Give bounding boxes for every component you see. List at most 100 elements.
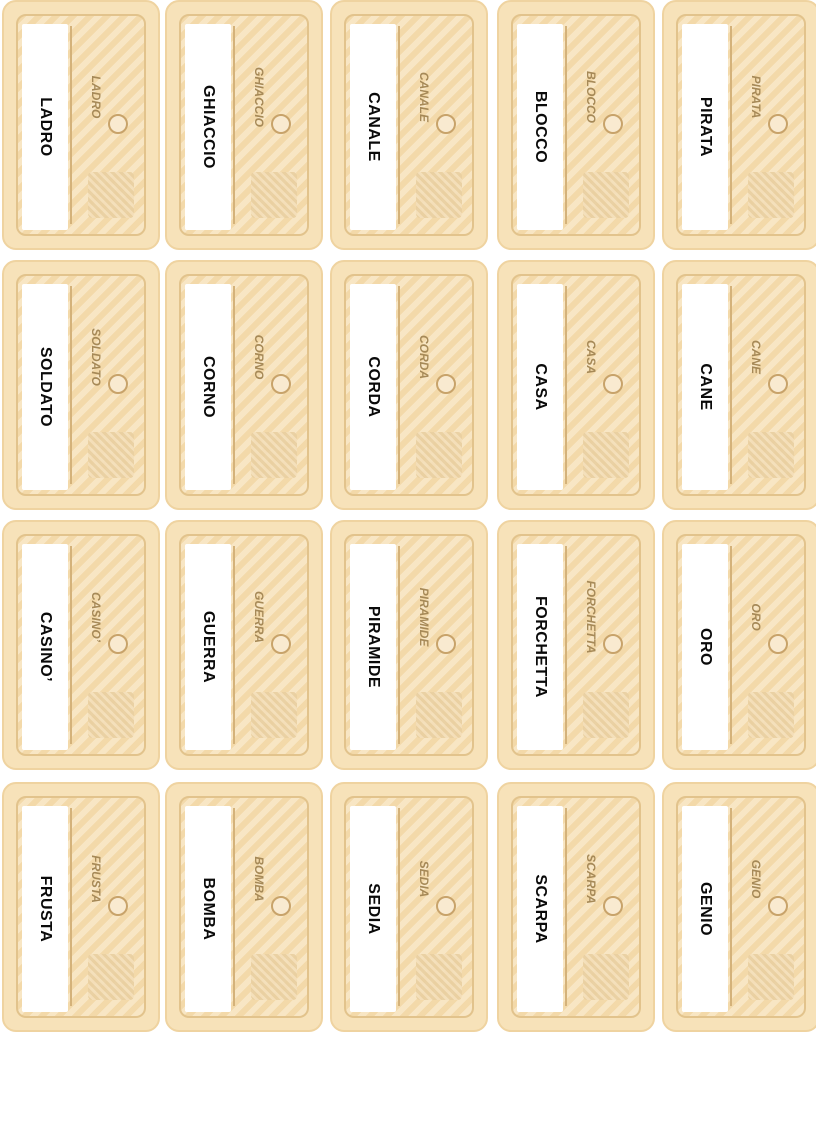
card-word: CORNO xyxy=(200,355,217,419)
word-card: LADRO LADRO xyxy=(2,0,160,250)
card-word: SEDIA xyxy=(365,883,382,935)
card-pattern-icon xyxy=(583,432,629,478)
card-word: PIRAMIDE xyxy=(365,605,382,689)
card-divider xyxy=(565,286,567,484)
card-divider xyxy=(730,286,732,484)
card-word-mirror: PIRAMIDE xyxy=(417,587,431,647)
card-pattern-icon xyxy=(88,432,134,478)
card-divider xyxy=(233,546,235,744)
card-word-mirror: CANE xyxy=(749,339,763,374)
card-divider xyxy=(233,808,235,1006)
card-word-mirror: BOMBA xyxy=(252,856,266,902)
card-word: CANE xyxy=(697,363,714,411)
card-pattern-icon xyxy=(88,172,134,218)
card-divider xyxy=(233,286,235,484)
word-card: SCARPA SCARPA xyxy=(497,782,655,1032)
card-word-mirror: SOLDATO xyxy=(89,328,103,386)
card-divider xyxy=(730,546,732,744)
card-pattern-icon xyxy=(748,692,794,738)
card-word: CASA xyxy=(532,363,549,411)
card-divider xyxy=(398,26,400,224)
card-divider xyxy=(398,546,400,744)
word-card: FORCHETTA FORCHETTA xyxy=(497,520,655,770)
word-card: BLOCCO BLOCCO xyxy=(497,0,655,250)
card-pattern-icon xyxy=(748,954,794,1000)
card-word-mirror: GHIACCIO xyxy=(252,67,266,127)
card-pattern-icon xyxy=(88,954,134,1000)
card-hole-icon xyxy=(108,634,128,654)
card-word-mirror: CANALE xyxy=(417,72,431,122)
card-divider xyxy=(398,808,400,1006)
card-word: GHIACCIO xyxy=(200,85,217,169)
card-word: SOLDATO xyxy=(37,346,54,428)
card-divider xyxy=(398,286,400,484)
card-word-mirror: LADRO xyxy=(89,75,103,119)
card-hole-icon xyxy=(108,374,128,394)
card-divider xyxy=(70,808,72,1006)
word-card: CASINO’ CASINO’ xyxy=(2,520,160,770)
card-word-mirror: BLOCCO xyxy=(584,71,598,123)
card-hole-icon xyxy=(436,634,456,654)
card-hole-icon xyxy=(271,896,291,916)
card-hole-icon xyxy=(436,114,456,134)
card-hole-icon xyxy=(271,374,291,394)
card-word: ORO xyxy=(697,628,714,666)
card-word: GENIO xyxy=(697,881,714,937)
card-hole-icon xyxy=(108,896,128,916)
card-word-mirror: CORNO xyxy=(252,334,266,380)
card-word-mirror: SCARPA xyxy=(584,854,598,904)
card-divider xyxy=(70,26,72,224)
card-word: CANALE xyxy=(365,92,382,162)
card-word: LADRO xyxy=(37,97,54,157)
card-pattern-icon xyxy=(251,172,297,218)
card-word: SCARPA xyxy=(532,874,549,944)
card-pattern-icon xyxy=(748,432,794,478)
card-word: FORCHETTA xyxy=(532,596,549,698)
word-card: PIRATA PIRATA xyxy=(662,0,816,250)
card-hole-icon xyxy=(603,114,623,134)
card-word-mirror: PIRATA xyxy=(749,75,763,119)
card-word: PIRATA xyxy=(697,96,714,158)
card-word-mirror: GENIO xyxy=(749,859,763,899)
card-word-mirror: SEDIA xyxy=(417,860,431,898)
card-word: GUERRA xyxy=(200,610,217,684)
word-card: BOMBA BOMBA xyxy=(165,782,323,1032)
card-divider xyxy=(70,286,72,484)
card-divider xyxy=(70,546,72,744)
card-pattern-icon xyxy=(583,172,629,218)
card-divider xyxy=(565,808,567,1006)
word-card: GUERRA GUERRA xyxy=(165,520,323,770)
card-word: CASINO’ xyxy=(37,611,54,683)
card-word-mirror: CORDA xyxy=(417,335,431,379)
card-pattern-icon xyxy=(748,172,794,218)
card-divider xyxy=(565,26,567,224)
card-pattern-icon xyxy=(251,432,297,478)
card-pattern-icon xyxy=(583,692,629,738)
card-pattern-icon xyxy=(583,954,629,1000)
card-word-mirror: ORO xyxy=(749,603,763,631)
card-hole-icon xyxy=(603,634,623,654)
word-card: ORO ORO xyxy=(662,520,816,770)
word-card: FRUSTA FRUSTA xyxy=(2,782,160,1032)
card-divider xyxy=(730,26,732,224)
word-card: SOLDATO SOLDATO xyxy=(2,260,160,510)
card-sheet: LADRO LADRO GHIACCIO GHIACCIO CANALE CAN… xyxy=(0,0,816,1040)
word-card: CASA CASA xyxy=(497,260,655,510)
card-hole-icon xyxy=(768,634,788,654)
card-word: BOMBA xyxy=(200,877,217,941)
card-word: FRUSTA xyxy=(37,875,54,943)
card-word-mirror: CASA xyxy=(584,339,598,374)
word-card: GENIO GENIO xyxy=(662,782,816,1032)
card-hole-icon xyxy=(436,374,456,394)
card-word-mirror: FORCHETTA xyxy=(584,580,598,654)
card-hole-icon xyxy=(768,896,788,916)
card-hole-icon xyxy=(768,374,788,394)
card-pattern-icon xyxy=(416,432,462,478)
word-card: CANE CANE xyxy=(662,260,816,510)
card-word: BLOCCO xyxy=(532,90,549,164)
card-hole-icon xyxy=(271,634,291,654)
card-hole-icon xyxy=(271,114,291,134)
word-card: CORNO CORNO xyxy=(165,260,323,510)
card-divider xyxy=(233,26,235,224)
card-word-mirror: CASINO’ xyxy=(89,591,103,642)
